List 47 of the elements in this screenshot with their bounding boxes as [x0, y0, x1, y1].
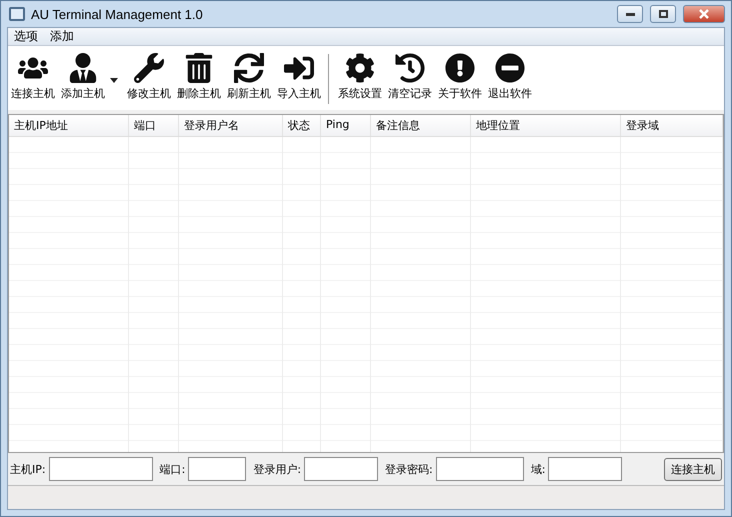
- column-header[interactable]: 登录域: [621, 115, 723, 136]
- column-header[interactable]: 端口: [129, 115, 179, 136]
- maximize-button[interactable]: [650, 5, 676, 23]
- connect-button[interactable]: 连接主机: [664, 458, 722, 480]
- toolbar-button[interactable]: 清空记录: [385, 50, 435, 110]
- field-label: 登录用户:: [253, 462, 302, 476]
- close-button[interactable]: [683, 5, 725, 23]
- column-header[interactable]: 状态: [283, 115, 321, 136]
- user-icon: [68, 53, 98, 83]
- menu-item[interactable]: 添加: [44, 28, 80, 45]
- input-field[interactable]: [188, 457, 246, 481]
- toolbar-button[interactable]: 删除主机: [174, 50, 224, 110]
- field-label: 主机IP:: [10, 462, 46, 476]
- window-title: AU Terminal Management 1.0: [31, 6, 204, 22]
- toolbar-button[interactable]: 关于软件: [435, 50, 485, 110]
- field-label: 域:: [530, 462, 546, 476]
- minimize-icon: [626, 12, 634, 16]
- caret-icon: [110, 78, 118, 82]
- wrench-icon: [134, 53, 164, 83]
- menu-item[interactable]: 选项: [8, 28, 44, 45]
- toolbar-button[interactable]: 连接主机: [8, 50, 58, 110]
- toolbar-button[interactable]: 刷新主机: [224, 50, 274, 110]
- toolbar-button[interactable]: 添加主机: [58, 50, 124, 110]
- close-icon: [699, 9, 709, 19]
- column-header[interactable]: 备注信息: [371, 115, 471, 136]
- input-field[interactable]: [304, 457, 378, 481]
- toolbar-button[interactable]: 修改主机: [124, 50, 174, 110]
- input-field[interactable]: [48, 457, 153, 481]
- column-header[interactable]: Ping: [321, 115, 371, 136]
- column-header[interactable]: 地理位置: [471, 115, 621, 136]
- input-field[interactable]: [548, 457, 622, 481]
- settings-icon: [345, 53, 375, 83]
- column-header[interactable]: 登录用户名: [179, 115, 283, 136]
- refresh-icon: [234, 53, 264, 83]
- trash-icon: [184, 53, 214, 83]
- exclamation-icon: [445, 53, 475, 83]
- maximize-icon: [658, 10, 668, 18]
- field-label: 端口:: [160, 462, 186, 476]
- column-header[interactable]: 主机IP地址: [9, 115, 129, 136]
- app-icon: [9, 7, 25, 21]
- input-field[interactable]: [436, 457, 524, 481]
- toolbar-button[interactable]: 系统设置: [335, 50, 385, 110]
- toolbar-button[interactable]: 导入主机: [274, 50, 324, 110]
- toolbar-button[interactable]: 退出软件: [485, 50, 535, 110]
- field-label: 登录密码:: [385, 462, 433, 476]
- history-icon: [395, 53, 425, 83]
- minimize-button[interactable]: [617, 5, 643, 23]
